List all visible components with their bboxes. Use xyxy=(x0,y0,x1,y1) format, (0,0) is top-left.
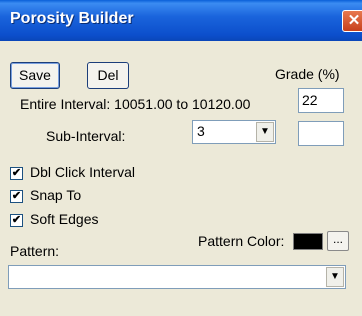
chevron-down-icon[interactable]: ▼ xyxy=(256,122,274,142)
sub-interval-select[interactable]: 3 ▼ xyxy=(192,120,276,144)
check-icon: ✔ xyxy=(11,214,22,226)
sub-interval-label: Sub-Interval: xyxy=(46,128,126,144)
soft-edges-checkbox[interactable]: ✔ xyxy=(10,214,23,227)
pattern-color-label: Pattern Color: xyxy=(198,233,285,249)
del-button[interactable]: Del xyxy=(87,62,129,89)
close-button[interactable]: ✕ xyxy=(342,10,362,32)
pattern-select[interactable]: ▼ xyxy=(8,265,346,289)
save-button[interactable]: Save xyxy=(10,62,60,89)
title-bar: Porosity Builder ✕ xyxy=(0,0,362,41)
snap-to-label: Snap To xyxy=(30,187,82,203)
grade-input[interactable]: 22 xyxy=(298,88,344,113)
window-title: Porosity Builder xyxy=(10,10,134,27)
dbl-click-interval-checkbox[interactable]: ✔ xyxy=(10,167,23,180)
entire-interval-label: Entire Interval: 10051.00 to 10120.00 xyxy=(20,96,251,112)
dbl-click-interval-label: Dbl Click Interval xyxy=(30,164,136,180)
soft-edges-label: Soft Edges xyxy=(30,211,99,227)
check-icon: ✔ xyxy=(11,167,22,179)
pattern-color-swatch[interactable] xyxy=(293,233,323,250)
close-icon: ✕ xyxy=(347,12,361,29)
pattern-color-browse-button[interactable]: ... xyxy=(327,231,349,251)
pattern-label: Pattern: xyxy=(10,243,60,259)
chevron-down-icon[interactable]: ▼ xyxy=(326,267,344,287)
check-icon: ✔ xyxy=(11,190,22,202)
sub-interval-value: 3 xyxy=(197,123,205,139)
grade-label: Grade (%) xyxy=(275,66,340,82)
sub-interval-extra-input[interactable] xyxy=(298,121,344,146)
snap-to-checkbox[interactable]: ✔ xyxy=(10,190,23,203)
